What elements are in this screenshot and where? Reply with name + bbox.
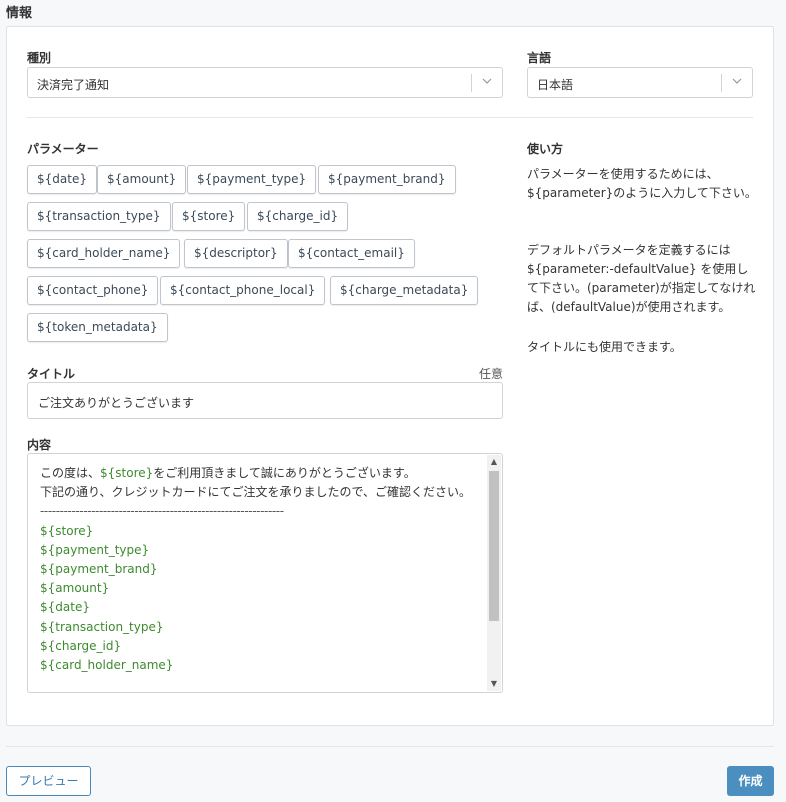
scrollbar-thumb[interactable] bbox=[489, 471, 499, 621]
select-separator bbox=[721, 74, 722, 92]
content-variable: ${store} bbox=[40, 523, 94, 538]
content-line: 下記の通り、クレジットカードにてご注文を承りましたので、ご確認ください。 bbox=[40, 485, 472, 500]
title-label: タイトル bbox=[27, 367, 76, 381]
content-variable: ${card_holder_name} bbox=[40, 658, 174, 673]
help-title: 使い方 bbox=[527, 142, 564, 156]
content-label: 内容 bbox=[27, 438, 52, 452]
type-select-value: 決済完了通知 bbox=[37, 78, 110, 92]
param-button-date[interactable]: ${date} bbox=[27, 165, 97, 194]
footer-divider bbox=[6, 746, 774, 747]
content-text-segment: この度は、 bbox=[40, 466, 101, 480]
scroll-up-arrow-icon[interactable]: ▲ bbox=[487, 455, 501, 469]
select-separator bbox=[471, 74, 472, 92]
content-variable: ${charge_id} bbox=[40, 638, 122, 653]
content-variable: ${transaction_type} bbox=[40, 619, 164, 634]
parameters-label: パラメーター bbox=[27, 142, 99, 156]
help-paragraph: パラメーターを使用するためには、${parameter}のように入力して下さい。 bbox=[527, 167, 757, 200]
divider bbox=[27, 117, 753, 118]
language-label: 言語 bbox=[527, 51, 552, 65]
chevron-down-icon bbox=[482, 78, 492, 84]
param-button-contact-email[interactable]: ${contact_email} bbox=[288, 239, 415, 268]
param-button-descriptor[interactable]: ${descriptor} bbox=[184, 239, 288, 268]
preview-button[interactable]: プレビュー bbox=[6, 766, 91, 796]
create-button[interactable]: 作成 bbox=[727, 766, 774, 796]
content-variable: ${payment_brand} bbox=[40, 562, 158, 577]
content-textarea[interactable]: この度は、${store}をご利用頂きまして誠にありがとうございます。 下記の通… bbox=[27, 453, 503, 693]
param-button-contact-phone[interactable]: ${contact_phone} bbox=[27, 276, 159, 305]
language-select[interactable]: 日本語 bbox=[527, 67, 753, 98]
content-separator-line: ----------------------------------------… bbox=[40, 504, 284, 519]
param-button-transaction-type[interactable]: ${transaction_type} bbox=[27, 202, 171, 231]
language-select-value: 日本語 bbox=[537, 78, 574, 92]
param-button-payment-type[interactable]: ${payment_type} bbox=[187, 165, 317, 194]
title-input[interactable]: ご注文ありがとうございます bbox=[27, 382, 503, 419]
help-paragraph: デフォルトパラメータを定義するには${parameter:-defaultVal… bbox=[527, 243, 756, 314]
content-text-segment: をご利用頂きまして誠にありがとうございます。 bbox=[153, 466, 416, 480]
type-select[interactable]: 決済完了通知 bbox=[27, 67, 503, 98]
content-text: この度は、${store}をご利用頂きまして誠にありがとうございます。 下記の通… bbox=[40, 464, 478, 675]
param-button-charge-metadata[interactable]: ${charge_metadata} bbox=[330, 276, 479, 305]
optional-badge: 任意 bbox=[479, 367, 504, 381]
param-button-payment-brand[interactable]: ${payment_brand} bbox=[318, 165, 456, 194]
type-label: 種別 bbox=[27, 51, 52, 65]
content-variable: ${date} bbox=[40, 600, 90, 615]
content-scrollbar[interactable]: ▲ ▼ bbox=[487, 455, 501, 691]
param-button-card-holder-name[interactable]: ${card_holder_name} bbox=[27, 239, 181, 268]
section-title: 情報 bbox=[6, 6, 33, 21]
param-button-token-metadata[interactable]: ${token_metadata} bbox=[27, 313, 168, 342]
scroll-down-arrow-icon[interactable]: ▼ bbox=[487, 677, 501, 691]
param-button-store[interactable]: ${store} bbox=[172, 202, 246, 231]
param-button-amount[interactable]: ${amount} bbox=[97, 165, 187, 194]
content-variable: ${store} bbox=[100, 466, 154, 480]
content-variable: ${payment_type} bbox=[40, 542, 150, 557]
content-variable: ${amount} bbox=[40, 581, 110, 596]
help-paragraph: タイトルにも使用できます。 bbox=[527, 340, 682, 354]
param-button-contact-phone-local[interactable]: ${contact_phone_local} bbox=[160, 276, 326, 305]
param-button-charge-id[interactable]: ${charge_id} bbox=[247, 202, 349, 231]
info-card: 種別 決済完了通知 言語 日本語 パラメーター ${date} ${amount… bbox=[6, 26, 774, 726]
content-line: この度は、${store}をご利用頂きまして誠にありがとうございます。 bbox=[40, 464, 478, 483]
chevron-down-icon bbox=[732, 78, 742, 84]
